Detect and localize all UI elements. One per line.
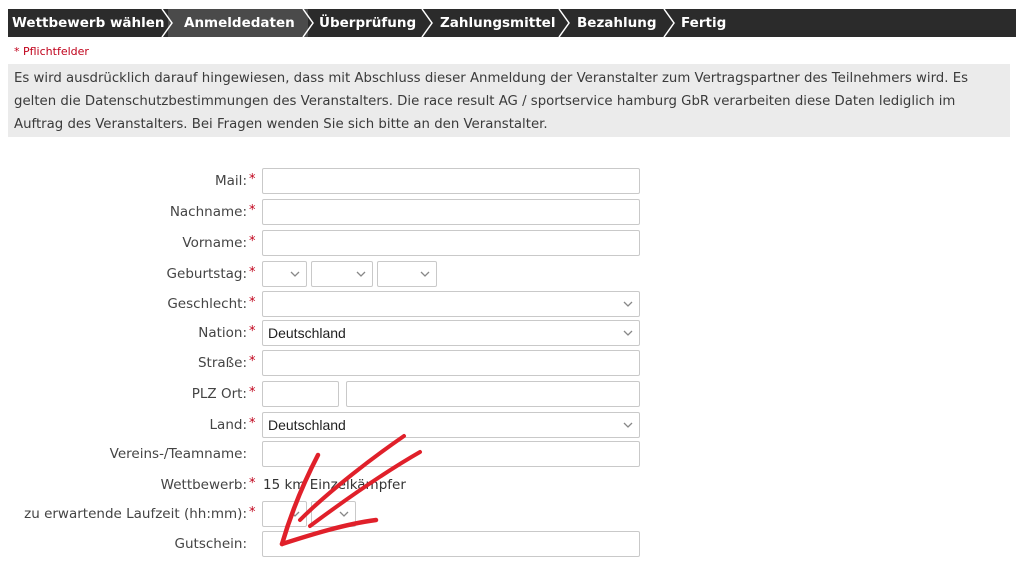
laufzeit-label: zu erwartende Laufzeit (hh:mm):: [24, 506, 247, 522]
form-row-laufzeit: zu erwartende Laufzeit (hh:mm): *: [0, 501, 1024, 527]
chevron-down-icon: [420, 271, 430, 277]
ort-input[interactable]: [346, 381, 640, 407]
chevron-down-icon: [339, 511, 349, 517]
geburtstag-month-select[interactable]: [311, 261, 373, 287]
strasse-input[interactable]: [262, 350, 640, 376]
required-marker: *: [249, 295, 256, 310]
step-fertig[interactable]: Fertig: [681, 9, 726, 37]
strasse-label: Straße:: [197, 355, 247, 371]
required-marker: *: [249, 265, 256, 280]
plz-input[interactable]: [262, 381, 339, 407]
form-row-verein: Vereins-/Teamname:: [0, 441, 1024, 467]
required-marker: *: [249, 385, 256, 400]
required-fields-note: * Pflichtfelder: [14, 45, 89, 58]
wettbewerb-label: Wettbewerb:: [160, 477, 247, 493]
land-label: Land:: [209, 417, 247, 433]
chevron-down-icon: [356, 271, 366, 277]
plz-ort-label: PLZ Ort:: [191, 386, 247, 402]
form-row-mail: Mail: *: [0, 168, 1024, 194]
required-marker: *: [249, 234, 256, 249]
laufzeit-hours-select[interactable]: [262, 501, 307, 527]
step-bezahlung[interactable]: Bezahlung: [577, 9, 657, 37]
gutschein-label: Gutschein:: [174, 536, 247, 552]
required-marker: *: [249, 203, 256, 218]
wettbewerb-value: 15 km Einzelkämpfer: [263, 477, 406, 493]
step-zahlungsmittel[interactable]: Zahlungsmittel: [440, 9, 555, 37]
nation-select[interactable]: Deutschland: [262, 320, 640, 346]
nachname-label: Nachname:: [169, 204, 247, 220]
vorname-label: Vorname:: [182, 235, 247, 251]
geschlecht-select[interactable]: [262, 291, 640, 317]
chevron-right-icon: [302, 9, 314, 37]
chevron-down-icon: [290, 511, 300, 517]
form-row-wettbewerb: Wettbewerb: * 15 km Einzelkämpfer: [0, 472, 1024, 498]
form-row-nachname: Nachname: *: [0, 199, 1024, 225]
gutschein-input[interactable]: [262, 531, 640, 557]
chevron-down-icon: [623, 422, 633, 428]
required-marker: *: [249, 172, 256, 187]
form-row-strasse: Straße: *: [0, 350, 1024, 376]
form-row-plz-ort: PLZ Ort: *: [0, 381, 1024, 407]
form-row-geschlecht: Geschlecht: *: [0, 291, 1024, 317]
form-row-gutschein: Gutschein:: [0, 531, 1024, 557]
chevron-down-icon: [623, 330, 633, 336]
chevron-right-icon: [421, 9, 433, 37]
form-row-vorname: Vorname: *: [0, 230, 1024, 256]
geburtstag-label: Geburtstag:: [166, 266, 247, 282]
land-select[interactable]: Deutschland: [262, 412, 640, 438]
laufzeit-minutes-select[interactable]: [311, 501, 356, 527]
form-row-nation: Nation: * Deutschland: [0, 320, 1024, 346]
verein-input[interactable]: [262, 441, 640, 467]
mail-input[interactable]: [262, 168, 640, 194]
step-wettbewerb-waehlen[interactable]: Wettbewerb wählen: [12, 9, 165, 37]
chevron-down-icon: [623, 301, 633, 307]
organizer-notice: Es wird ausdrücklich darauf hingewiesen,…: [8, 64, 1010, 137]
verein-label: Vereins-/Teamname:: [109, 446, 247, 462]
chevron-right-icon: [558, 9, 570, 37]
checkout-steps-bar: Wettbewerb wählen Anmeldedaten Überprüfu…: [8, 9, 1016, 37]
required-marker: *: [249, 505, 256, 520]
required-marker: *: [249, 416, 256, 431]
geburtstag-year-select[interactable]: [377, 261, 437, 287]
required-marker: *: [249, 476, 256, 491]
form-row-geburtstag: Geburtstag: *: [0, 261, 1024, 287]
required-marker: *: [249, 324, 256, 339]
step-ueberpruefung[interactable]: Überprüfung: [319, 9, 416, 37]
chevron-down-icon: [290, 271, 300, 277]
nation-value: Deutschland: [268, 325, 346, 341]
geburtstag-day-select[interactable]: [262, 261, 307, 287]
nation-label: Nation:: [198, 325, 247, 341]
mail-label: Mail:: [215, 173, 247, 189]
land-value: Deutschland: [268, 417, 346, 433]
vorname-input[interactable]: [262, 230, 640, 256]
chevron-right-icon: [663, 9, 675, 37]
required-marker: *: [249, 354, 256, 369]
form-row-land: Land: * Deutschland: [0, 412, 1024, 438]
chevron-right-icon: [161, 9, 173, 37]
nachname-input[interactable]: [262, 199, 640, 225]
geschlecht-label: Geschlecht:: [167, 296, 247, 312]
step-anmeldedaten[interactable]: Anmeldedaten: [184, 9, 295, 37]
